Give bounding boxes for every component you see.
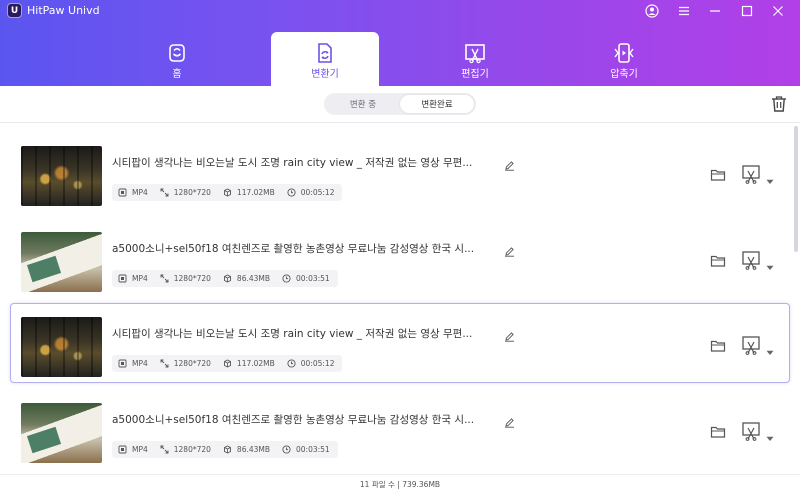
video-thumbnail — [21, 146, 102, 206]
close-icon[interactable] — [766, 1, 790, 21]
file-meta: MP4 1280*720 86.43MB 00:03:51 — [112, 441, 338, 458]
file-title: 시티팝이 생각나는 비오는날 도시 조명 rain city view _ 저작… — [112, 328, 473, 340]
edit-icon[interactable] — [504, 413, 515, 428]
file-list: 시티팝이 생각나는 비오는날 도시 조명 rain city view _ 저작… — [0, 124, 800, 471]
open-folder-icon[interactable] — [710, 167, 726, 181]
resolution-icon — [160, 359, 174, 368]
chevron-down-icon[interactable] — [766, 427, 774, 441]
chevron-down-icon[interactable] — [766, 170, 774, 184]
file-size-icon — [223, 445, 237, 454]
file-size-icon — [223, 188, 237, 197]
maximize-icon[interactable] — [735, 1, 759, 21]
file-size-icon — [223, 274, 237, 283]
compressor-icon — [614, 43, 634, 63]
format-icon — [118, 359, 132, 368]
app-window: U HitPaw Univd 홈 변환기 편집기 압축기 변환 중 변환완료 시… — [0, 0, 800, 493]
nav-tab-label: 홈 — [172, 69, 182, 80]
file-row[interactable]: a5000소니+sel50f18 여친렌즈로 촬영한 농촌영상 무료나눔 감성영… — [10, 218, 790, 298]
resolution-meta: 1280*720 — [160, 445, 211, 454]
resolution-meta: 1280*720 — [160, 359, 211, 368]
clock-icon — [282, 274, 296, 283]
clock-icon — [287, 359, 301, 368]
duration-meta: 00:05:12 — [287, 359, 334, 368]
video-thumbnail — [21, 317, 102, 377]
format-icon — [118, 188, 132, 197]
video-thumbnail — [21, 403, 102, 463]
file-row[interactable]: 시티팝이 생각나는 비오는날 도시 조명 rain city view _ 저작… — [10, 132, 790, 212]
app-logo: U — [7, 3, 22, 18]
open-folder-icon[interactable] — [710, 424, 726, 438]
edit-video-icon[interactable] — [741, 421, 763, 441]
resolution-icon — [160, 274, 174, 283]
resolution-meta: 1280*720 — [160, 188, 211, 197]
trash-icon[interactable] — [770, 94, 788, 114]
file-title: a5000소니+sel50f18 여친렌즈로 촬영한 농촌영상 무료나눔 감성영… — [112, 414, 475, 426]
nav-tab-home[interactable]: 홈 — [123, 32, 231, 86]
title-bar: U HitPaw Univd — [0, 0, 800, 22]
open-folder-icon[interactable] — [710, 338, 726, 352]
converting-tab[interactable]: 변환 중 — [326, 95, 400, 113]
video-thumbnail — [21, 232, 102, 292]
nav-tab-label: 압축기 — [610, 69, 638, 80]
edit-icon[interactable] — [504, 156, 515, 171]
size-meta: 117.02MB — [223, 188, 275, 197]
format-meta: MP4 — [118, 274, 148, 283]
duration-meta: 00:05:12 — [287, 188, 334, 197]
file-title: 시티팝이 생각나는 비오는날 도시 조명 rain city view _ 저작… — [112, 157, 473, 169]
toolbar: 변환 중 변환완료 — [0, 86, 800, 123]
edit-video-icon[interactable] — [741, 164, 763, 184]
footer-summary: 11 파일 수 | 739.36MB — [0, 474, 800, 493]
resolution-icon — [160, 188, 174, 197]
size-meta: 86.43MB — [223, 274, 270, 283]
edit-icon[interactable] — [504, 327, 515, 342]
format-meta: MP4 — [118, 188, 148, 197]
account-icon[interactable] — [640, 1, 664, 21]
scrollbar[interactable] — [794, 126, 798, 252]
edit-icon[interactable] — [504, 242, 515, 257]
nav-tab-converter[interactable]: 변환기 — [271, 32, 379, 86]
status-segmented-control: 변환 중 변환완료 — [324, 93, 476, 115]
chevron-down-icon[interactable] — [766, 341, 774, 355]
app-title: HitPaw Univd — [27, 4, 100, 17]
size-meta: 117.02MB — [223, 359, 275, 368]
duration-meta: 00:03:51 — [282, 445, 330, 454]
file-title: a5000소니+sel50f18 여친렌즈로 촬영한 농촌영상 무료나눔 감성영… — [112, 243, 475, 255]
nav-tab-editor[interactable]: 편집기 — [421, 32, 529, 86]
chevron-down-icon[interactable] — [766, 256, 774, 270]
file-row[interactable]: 시티팝이 생각나는 비오는날 도시 조명 rain city view _ 저작… — [10, 303, 790, 383]
edit-video-icon[interactable] — [741, 250, 763, 270]
format-icon — [118, 274, 132, 283]
resolution-icon — [160, 445, 174, 454]
converter-icon — [318, 43, 332, 63]
menu-icon[interactable] — [672, 1, 696, 21]
home-icon — [169, 44, 185, 62]
completed-tab[interactable]: 변환완료 — [400, 95, 474, 113]
nav-tab-compressor[interactable]: 압축기 — [570, 32, 678, 86]
file-row[interactable]: a5000소니+sel50f18 여친렌즈로 촬영한 농촌영상 무료나눔 감성영… — [10, 389, 790, 469]
resolution-meta: 1280*720 — [160, 274, 211, 283]
header: U HitPaw Univd 홈 변환기 편집기 압축기 — [0, 0, 800, 86]
clock-icon — [282, 445, 296, 454]
format-meta: MP4 — [118, 359, 148, 368]
size-meta: 86.43MB — [223, 445, 270, 454]
format-icon — [118, 445, 132, 454]
file-meta: MP4 1280*720 117.02MB 00:05:12 — [112, 184, 343, 201]
editor-icon — [465, 44, 485, 64]
edit-video-icon[interactable] — [741, 335, 763, 355]
format-meta: MP4 — [118, 445, 148, 454]
file-meta: MP4 1280*720 86.43MB 00:03:51 — [112, 270, 338, 287]
open-folder-icon[interactable] — [710, 253, 726, 267]
duration-meta: 00:03:51 — [282, 274, 330, 283]
clock-icon — [287, 188, 301, 197]
minimize-icon[interactable] — [703, 1, 727, 21]
file-size-icon — [223, 359, 237, 368]
nav-tab-label: 편집기 — [461, 69, 489, 80]
file-meta: MP4 1280*720 117.02MB 00:05:12 — [112, 355, 343, 372]
nav-tab-label: 변환기 — [311, 69, 339, 80]
